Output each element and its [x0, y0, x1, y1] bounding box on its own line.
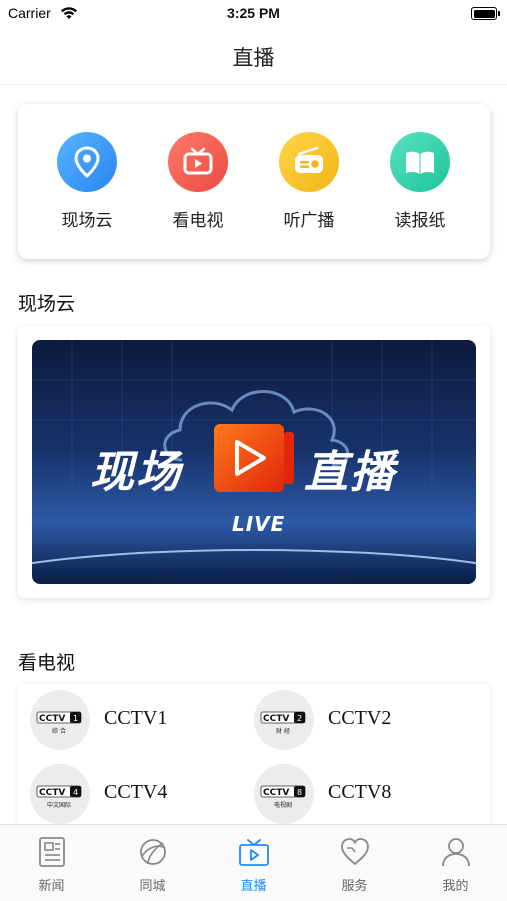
cctv1-logo-icon: CCTV 1 综 合 — [30, 690, 90, 750]
cctv8-logo-icon: CCTV 8 电视剧 — [254, 764, 314, 824]
svg-text:4: 4 — [73, 788, 78, 797]
tv-icon — [237, 835, 271, 869]
location-pin-icon — [57, 132, 117, 192]
svg-text:2: 2 — [297, 714, 302, 723]
svg-text:1: 1 — [73, 714, 78, 723]
tab-local[interactable]: 同城 — [102, 835, 203, 894]
banner-title-right: 直播 — [304, 447, 396, 498]
svg-text:电视剧: 电视剧 — [274, 801, 292, 809]
page-title: 直播 — [232, 46, 275, 70]
quick-link-live-cloud[interactable]: 现场云 — [37, 132, 137, 231]
nav-bar: 直播 — [0, 28, 507, 85]
tab-label: 直播 — [240, 879, 267, 894]
newspaper-icon — [35, 835, 69, 869]
battery-icon — [471, 7, 500, 20]
tv-channel-item[interactable]: CCTV 2 财 经 CCTV2 — [242, 688, 472, 752]
quick-link-label: 听广播 — [283, 211, 335, 231]
svg-text:CCTV: CCTV — [263, 788, 289, 798]
banner-title-left: 现场 — [90, 447, 182, 498]
status-bar: Carrier 3:25 PM — [0, 0, 507, 28]
tab-news[interactable]: 新闻 — [1, 835, 102, 894]
svg-text:CCTV: CCTV — [39, 714, 65, 724]
tab-label: 新闻 — [38, 879, 65, 894]
tv-play-icon — [168, 132, 228, 192]
banner-live-text: LIVE — [232, 512, 286, 536]
tab-bar: 新闻 同城 直播 服务 我的 — [0, 824, 507, 901]
status-time: 3:25 PM — [227, 5, 280, 21]
tv-channel-item[interactable]: CCTV 1 综 合 CCTV1 — [18, 688, 248, 752]
tab-label: 服务 — [341, 879, 368, 894]
svg-text:8: 8 — [297, 788, 302, 797]
cctv2-logo-icon: CCTV 2 财 经 — [254, 690, 314, 750]
quick-link-label: 看电视 — [172, 211, 224, 231]
quick-link-radio[interactable]: 听广播 — [259, 132, 359, 231]
tv-channel-name: CCTV1 — [104, 707, 168, 729]
svg-text:CCTV: CCTV — [39, 788, 65, 798]
svg-text:综 合: 综 合 — [52, 727, 66, 735]
tab-label: 我的 — [442, 879, 469, 894]
svg-text:财 经: 财 经 — [276, 727, 290, 735]
person-icon — [439, 835, 473, 869]
tv-channel-name: CCTV4 — [104, 781, 168, 803]
quick-links-card: 现场云 看电视 听广播 读报纸 — [18, 104, 490, 259]
heart-icon — [338, 835, 372, 869]
quick-link-newspaper[interactable]: 读报纸 — [370, 132, 470, 231]
tv-channel-name: CCTV8 — [328, 781, 392, 803]
radio-icon — [279, 132, 339, 192]
svg-text:中文国际: 中文国际 — [47, 801, 71, 809]
book-icon — [390, 132, 450, 192]
svg-text:CCTV: CCTV — [263, 714, 289, 724]
tv-channel-name: CCTV2 — [328, 707, 392, 729]
planet-icon — [136, 835, 170, 869]
quick-link-label: 读报纸 — [394, 211, 446, 231]
tv-channel-item[interactable]: CCTV 4 中文国际 CCTV4 — [18, 762, 248, 826]
live-banner-image[interactable]: 现场 直播 LIVE — [32, 340, 476, 584]
tab-service[interactable]: 服务 — [304, 835, 405, 894]
tab-me[interactable]: 我的 — [405, 835, 506, 894]
section-title-watch-tv: 看电视 — [18, 652, 76, 674]
section-title-live-cloud: 现场云 — [18, 293, 76, 315]
tab-live[interactable]: 直播 — [203, 835, 304, 894]
quick-link-watch-tv[interactable]: 看电视 — [148, 132, 248, 231]
tab-label: 同城 — [139, 879, 166, 894]
tv-channel-item[interactable]: CCTV 8 电视剧 CCTV8 — [242, 762, 472, 826]
quick-link-label: 现场云 — [61, 211, 113, 231]
tv-channel-grid: CCTV 1 综 合 CCTV1 CCTV 2 财 经 CCTV2 CCTV 4… — [18, 684, 490, 834]
live-cloud-banner-card[interactable]: 现场 直播 LIVE — [18, 326, 490, 598]
cctv4-logo-icon: CCTV 4 中文国际 — [30, 764, 90, 824]
